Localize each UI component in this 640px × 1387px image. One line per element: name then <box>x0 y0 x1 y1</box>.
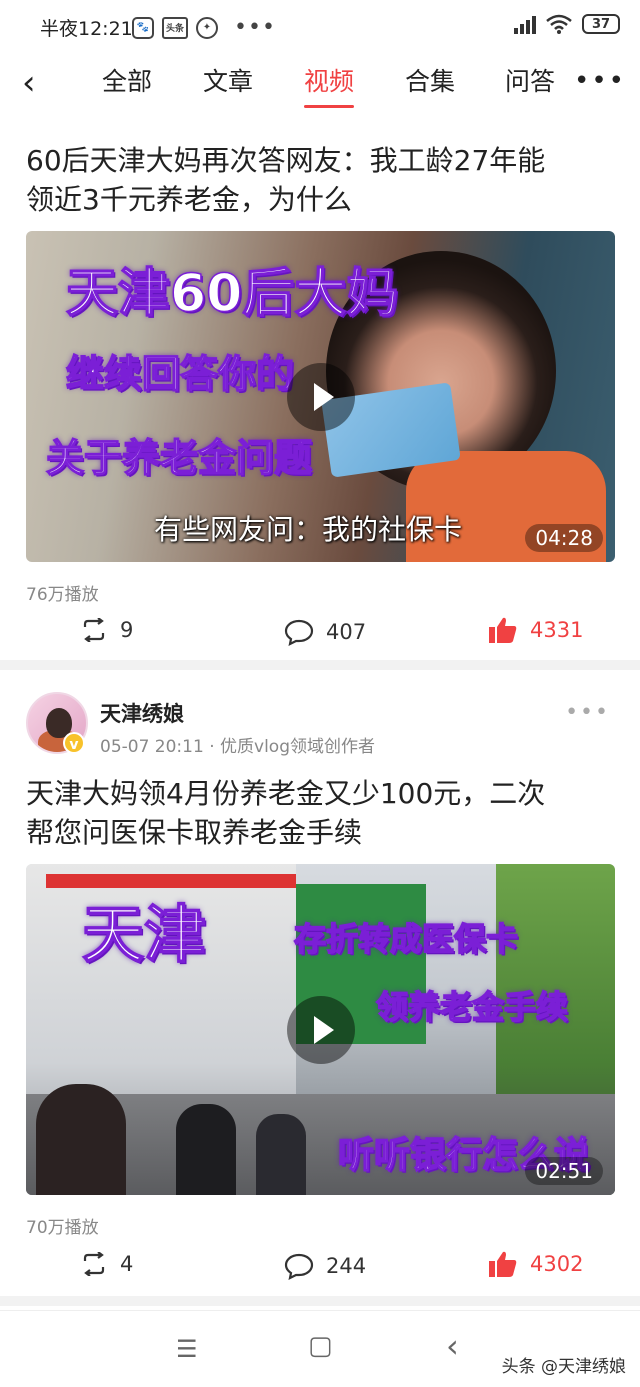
baidu-icon: 🐾 <box>132 16 154 39</box>
repost-button[interactable]: 4 <box>80 1252 133 1276</box>
tab-articles[interactable]: 文章 <box>203 64 253 104</box>
play-count: 76万播放 <box>26 585 99 605</box>
back-button[interactable]: ‹ <box>22 64 56 104</box>
video-overlay-text: 存折转成医保卡 <box>293 919 519 959</box>
video-thumbnail[interactable]: 天津 存折转成医保卡 领养老金手续 听听银行怎么说 02:51 <box>26 864 615 1195</box>
video-duration: 02:51 <box>525 1157 603 1185</box>
repost-count: 9 <box>120 618 134 642</box>
active-tab-indicator <box>304 105 355 108</box>
video-overlay-text: 领养老金手续 <box>375 987 569 1027</box>
video-overlay-text: 继续回答你的 <box>65 351 295 397</box>
video-overlay-title: 天津 <box>81 897 207 972</box>
tab-videos-label: 视频 <box>304 67 355 96</box>
post-title-line: 天津大妈领4月份养老金又少100元，二次 <box>26 777 546 810</box>
pedestrian <box>176 1104 236 1195</box>
comment-icon <box>284 1253 314 1280</box>
repost-button[interactable]: 9 <box>80 618 133 642</box>
video-caption: 有些网友问：我的社保卡 <box>154 513 463 546</box>
status-bar: 半夜12:21 🐾 头条 ✦ ••• 37 <box>0 0 640 56</box>
post-title-line: 60后天津大妈再次答网友：我工龄27年能 <box>26 144 546 177</box>
previous-card-edge <box>0 112 640 122</box>
video-overlay-title: 天津60后大妈 <box>65 263 399 325</box>
home-icon[interactable]: ▢ <box>308 1331 333 1361</box>
post-title-line: 帮您问医保卡取养老金手续 <box>26 816 363 849</box>
video-thumbnail[interactable]: 天津60后大妈 继续回答你的 关于养老金问题 有些网友问：我的社保卡 04:28 <box>26 231 615 562</box>
pedestrian <box>36 1084 126 1195</box>
thumbs-up-icon <box>489 617 517 643</box>
card-divider <box>0 660 640 670</box>
more-menu-button[interactable]: ••• <box>574 66 626 96</box>
pedestrian <box>256 1114 306 1195</box>
card-divider <box>0 1296 640 1306</box>
status-time: 半夜12:21 <box>40 18 133 40</box>
tab-all[interactable]: 全部 <box>102 64 152 104</box>
play-count: 70万播放 <box>26 1218 99 1238</box>
author-name[interactable]: 天津绣娘 <box>100 698 184 728</box>
comment-count: 407 <box>326 620 367 644</box>
verified-badge-icon: v <box>63 732 85 754</box>
tab-collections[interactable]: 合集 <box>405 64 455 104</box>
comment-button[interactable]: 407 <box>284 618 366 646</box>
comment-button[interactable]: 244 <box>284 1252 366 1280</box>
repost-icon <box>83 618 105 642</box>
play-icon[interactable] <box>286 995 355 1064</box>
system-back-icon[interactable]: ‹ <box>446 1327 459 1365</box>
status-system-icons: 37 <box>514 14 620 34</box>
like-count: 4331 <box>530 618 584 642</box>
like-button[interactable]: 4331 <box>488 616 583 644</box>
repost-icon <box>83 1252 105 1276</box>
post-title-line: 领近3千元养老金，为什么 <box>26 183 352 216</box>
play-icon[interactable] <box>286 362 355 431</box>
wifi-icon <box>546 14 572 34</box>
comment-count: 244 <box>326 1254 367 1278</box>
signal-icon <box>514 14 536 34</box>
tab-videos[interactable]: 视频 <box>304 64 355 108</box>
status-notification-icons: 🐾 头条 ✦ ••• <box>132 15 276 40</box>
toutiao-icon: 头条 <box>162 16 188 39</box>
tab-qa[interactable]: 问答 <box>505 64 555 104</box>
battery-icon: 37 <box>582 14 620 34</box>
post-title[interactable]: 天津大妈领4月份养老金又少100元，二次 帮您问医保卡取养老金手续 <box>26 774 620 852</box>
post-title[interactable]: 60后天津大妈再次答网友：我工龄27年能 领近3千元养老金，为什么 <box>26 141 620 219</box>
toutiao-watermark: 头条 @天津绣娘 <box>501 1357 626 1377</box>
author-meta: 05-07 20:11 · 优质vlog领域创作者 <box>100 737 375 757</box>
video-overlay-text: 关于养老金问题 <box>45 435 313 481</box>
comment-icon <box>284 619 314 646</box>
card-more-button[interactable]: ••• <box>565 700 610 725</box>
uc-icon: ✦ <box>196 16 218 39</box>
menu-icon[interactable]: ☰ <box>176 1335 198 1363</box>
repost-count: 4 <box>120 1252 134 1276</box>
like-button[interactable]: 4302 <box>488 1250 583 1278</box>
thumbs-up-icon <box>489 1251 517 1277</box>
top-nav: ‹ 全部 文章 视频 合集 问答 ••• <box>0 56 640 112</box>
status-more-dots: ••• <box>234 15 276 40</box>
like-count: 4302 <box>530 1252 584 1276</box>
video-duration: 04:28 <box>525 524 603 552</box>
